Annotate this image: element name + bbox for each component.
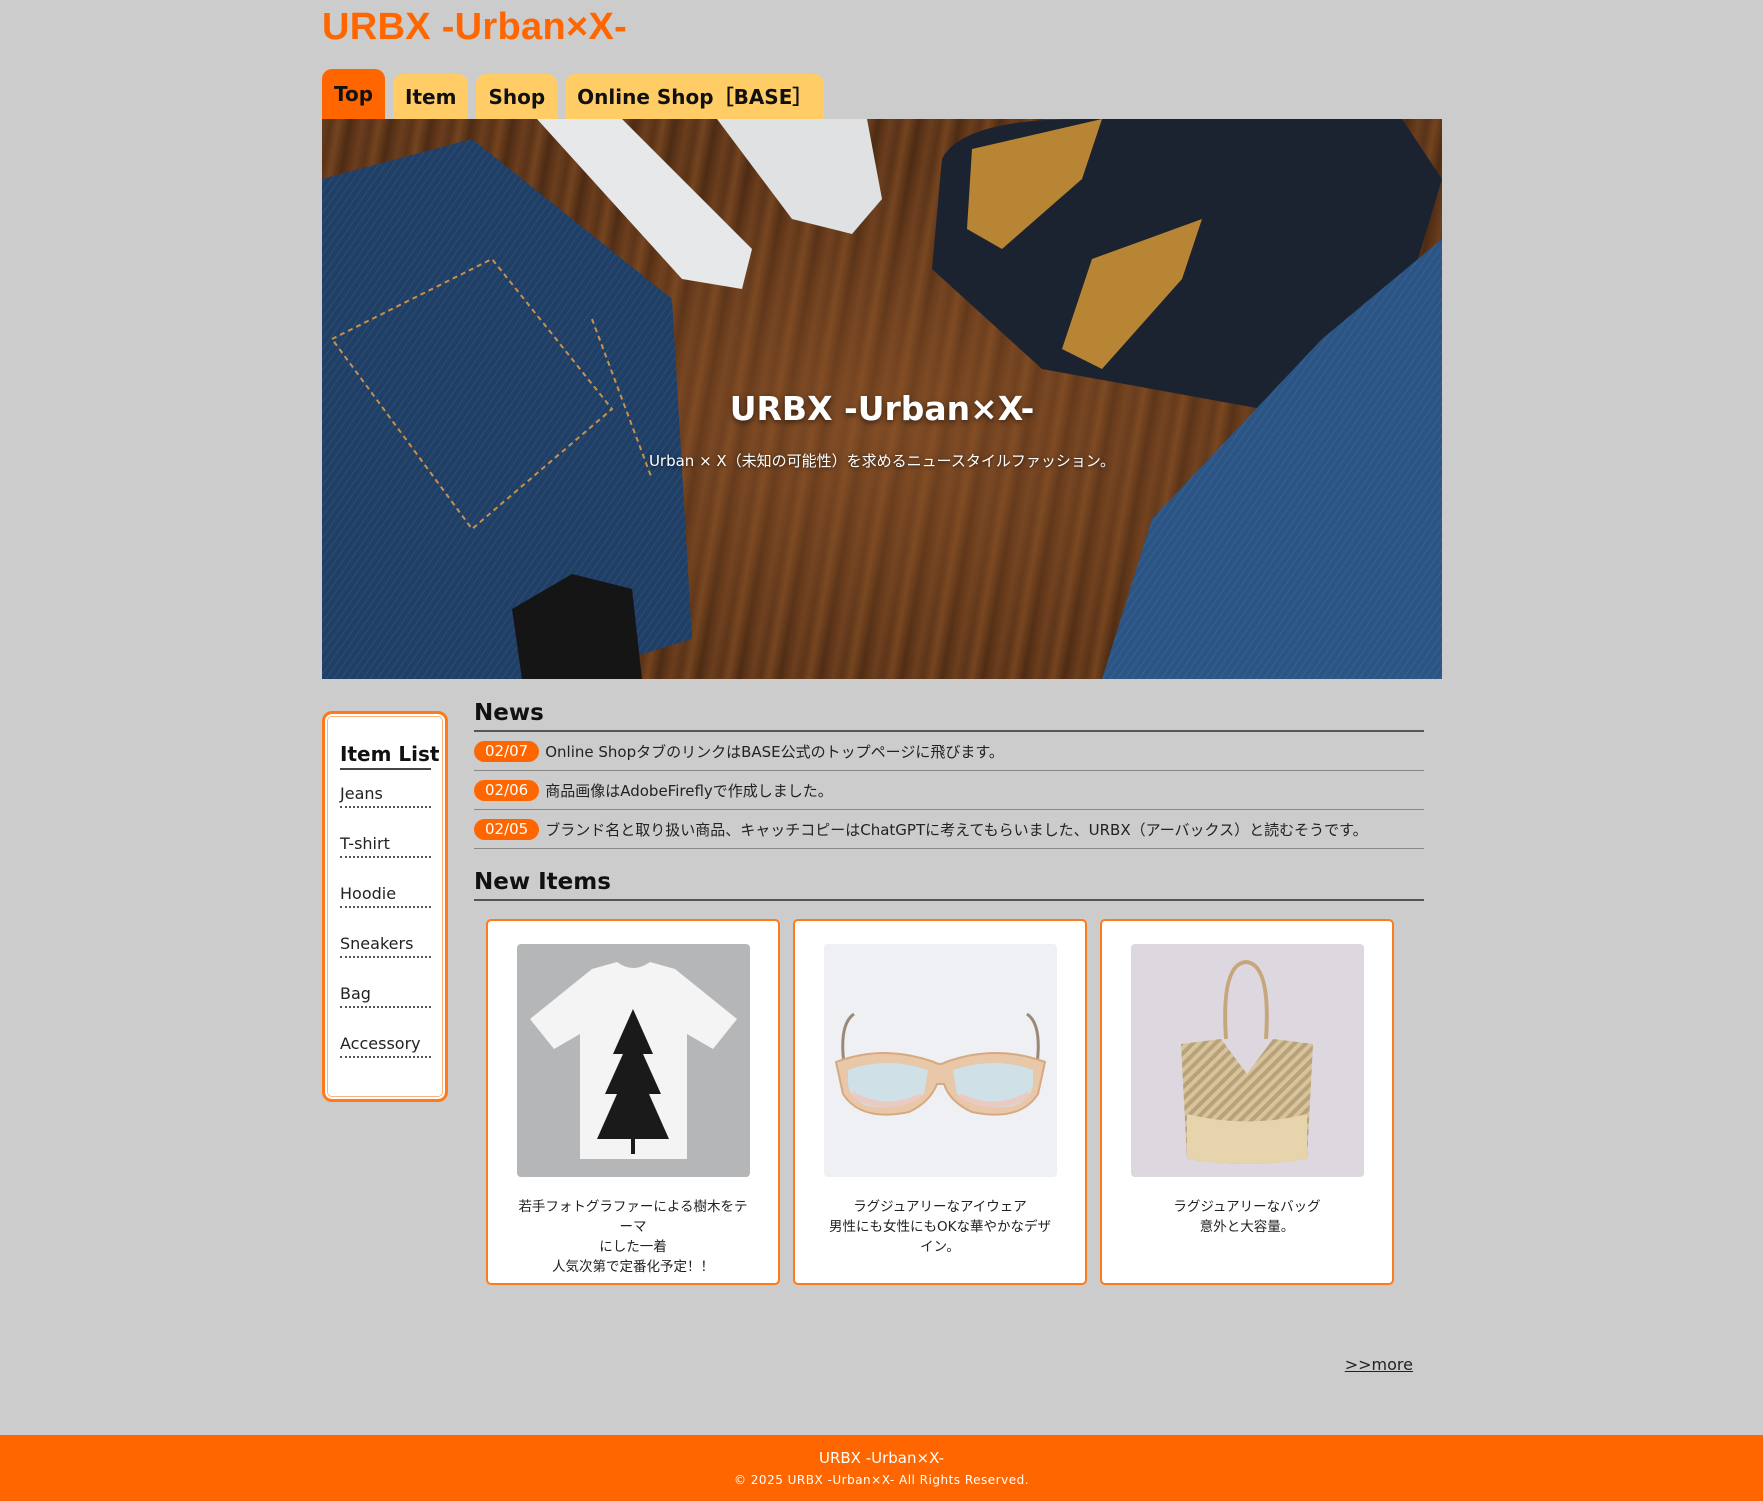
main-nav: Top Item Shop Online Shop［BASE］ bbox=[322, 68, 832, 120]
footer-copyright: © 2025 URBX -Urban×X- All Rights Reserve… bbox=[733, 1473, 1030, 1487]
item-card-bag[interactable]: ラグジュアリーなバッグ 意外と大容量。 bbox=[1100, 919, 1394, 1285]
news-text: ブランド名と取り扱い商品、キャッチコピーはChatGPTに考えてもらいました、U… bbox=[545, 820, 1368, 839]
new-items-grid: 若手フォトグラファーによる樹木をテーマ にした一着 人気次第で定番化予定！！ ラ… bbox=[474, 919, 1424, 1285]
description-line: 意外と大容量。 bbox=[1199, 1219, 1295, 1235]
item-card-description: 若手フォトグラファーによる樹木をテーマ にした一着 人気次第で定番化予定！！ bbox=[517, 1197, 749, 1277]
tshirt-image bbox=[517, 944, 750, 1177]
tab-online-shop[interactable]: Online Shop［BASE］ bbox=[565, 74, 825, 120]
news-item: 02/06 商品画像はAdobeFireflyで作成しました。 bbox=[474, 771, 1424, 810]
footer-title: URBX -Urban×X- bbox=[818, 1449, 945, 1467]
news-date-badge: 02/07 bbox=[474, 740, 540, 762]
item-card-description: ラグジュアリーなバッグ 意外と大容量。 bbox=[1131, 1197, 1363, 1237]
description-line: 男性にも女性にもOKな華やかなデザイン。 bbox=[829, 1219, 1051, 1255]
tab-shop[interactable]: Shop bbox=[476, 74, 558, 120]
new-items-heading: New Items bbox=[474, 869, 1424, 901]
hero-title: URBX -Urban×X- bbox=[729, 389, 1035, 428]
hero-banner: URBX -Urban×X- Urban × X（未知の可能性）を求めるニュース… bbox=[322, 119, 1442, 679]
news-item: 02/07 Online ShopタブのリンクはBASE公式のトップページに飛び… bbox=[474, 732, 1424, 771]
sidebar-item-tshirt[interactable]: T-shirt bbox=[340, 832, 431, 858]
description-line: 若手フォトグラファーによる樹木をテーマ bbox=[518, 1199, 748, 1235]
sidebar-item-hoodie[interactable]: Hoodie bbox=[340, 882, 431, 908]
sidebar-heading: Item List bbox=[340, 742, 439, 770]
tab-item[interactable]: Item bbox=[393, 74, 469, 120]
tab-top[interactable]: Top bbox=[322, 69, 386, 120]
sidebar-item-jeans[interactable]: Jeans bbox=[340, 782, 431, 808]
news-text: 商品画像はAdobeFireflyで作成しました。 bbox=[545, 781, 833, 800]
more-link[interactable]: >>more bbox=[1345, 1355, 1413, 1374]
item-card-sunglasses[interactable]: ラグジュアリーなアイウェア 男性にも女性にもOKな華やかなデザイン。 bbox=[793, 919, 1087, 1285]
item-card-tshirt[interactable]: 若手フォトグラファーによる樹木をテーマ にした一着 人気次第で定番化予定！！ bbox=[486, 919, 780, 1285]
news-date-badge: 02/05 bbox=[474, 818, 540, 840]
news-item: 02/05 ブランド名と取り扱い商品、キャッチコピーはChatGPTに考えてもら… bbox=[474, 810, 1424, 849]
item-card-description: ラグジュアリーなアイウェア 男性にも女性にもOKな華やかなデザイン。 bbox=[824, 1197, 1056, 1257]
news-heading: News bbox=[474, 700, 1424, 732]
news-date-badge: 02/06 bbox=[474, 779, 540, 801]
sidebar-item-accessory[interactable]: Accessory bbox=[340, 1032, 431, 1058]
news-text: Online ShopタブのリンクはBASE公式のトップページに飛びます。 bbox=[545, 742, 1004, 761]
tote-bag-image bbox=[1131, 944, 1364, 1177]
main-content: News 02/07 Online ShopタブのリンクはBASE公式のトップペ… bbox=[474, 700, 1424, 1374]
sidebar-item-sneakers[interactable]: Sneakers bbox=[340, 932, 431, 958]
description-line: にした一着 bbox=[599, 1239, 667, 1255]
news-list: 02/07 Online ShopタブのリンクはBASE公式のトップページに飛び… bbox=[474, 732, 1424, 849]
description-line: ラグジュアリーなバッグ bbox=[1173, 1199, 1321, 1215]
hero-subtitle: Urban × X（未知の可能性）を求めるニュースタイルファッション。 bbox=[648, 452, 1116, 470]
description-line: ラグジュアリーなアイウェア bbox=[853, 1199, 1027, 1215]
site-title[interactable]: URBX -Urban×X- bbox=[322, 6, 627, 49]
site-footer: URBX -Urban×X- © 2025 URBX -Urban×X- All… bbox=[0, 1435, 1763, 1501]
item-list-sidebar: Item List Jeans T-shirt Hoodie Sneakers … bbox=[322, 711, 448, 1102]
sidebar-item-bag[interactable]: Bag bbox=[340, 982, 431, 1008]
description-line: 人気次第で定番化予定！！ bbox=[552, 1259, 714, 1275]
sunglasses-image bbox=[824, 944, 1057, 1177]
